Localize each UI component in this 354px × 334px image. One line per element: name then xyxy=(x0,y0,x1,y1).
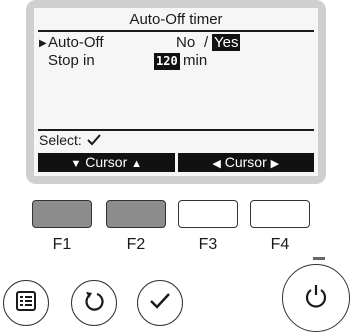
auto-off-label: Auto-Off xyxy=(48,34,104,51)
softkey-bar: ▼ Cursor ▲ ◀ Cursor ▶ xyxy=(38,153,314,172)
f2-button[interactable] xyxy=(106,200,166,228)
left-triangle-icon: ◀ xyxy=(212,158,221,170)
select-button[interactable] xyxy=(137,280,183,326)
return-icon xyxy=(82,289,106,318)
right-triangle-icon: ▶ xyxy=(270,158,280,170)
power-button[interactable] xyxy=(282,264,350,332)
f2-label: F2 xyxy=(126,236,146,253)
power-icon xyxy=(302,282,330,315)
down-triangle-icon: ▼ xyxy=(70,158,82,170)
stop-in-value[interactable]: 120 xyxy=(154,53,180,70)
f1-label: F1 xyxy=(52,236,72,253)
option-separator: / xyxy=(204,34,209,51)
title-divider xyxy=(38,30,314,32)
lcd-screen: Auto-Off timer ▶ Auto-Off No / Yes Stop … xyxy=(34,8,318,176)
softkey-cursor-vertical[interactable]: ▼ Cursor ▲ xyxy=(38,153,175,172)
screen-title: Auto-Off timer xyxy=(129,11,223,28)
footer-divider xyxy=(38,129,314,131)
cursor-arrow-icon: ▶ xyxy=(39,38,47,49)
f3-label: F3 xyxy=(198,236,218,253)
menu-button[interactable] xyxy=(3,280,49,326)
check-icon xyxy=(148,291,172,316)
f1-button[interactable] xyxy=(32,200,92,228)
auto-off-option-no[interactable]: No xyxy=(176,34,195,51)
f3-button[interactable] xyxy=(178,200,238,228)
up-triangle-icon: ▲ xyxy=(131,158,143,170)
softkey-label: Cursor xyxy=(224,154,267,170)
auto-off-option-yes[interactable]: Yes xyxy=(212,34,241,51)
menu-icon xyxy=(15,290,37,317)
stop-in-label: Stop in xyxy=(48,52,95,69)
return-button[interactable] xyxy=(71,280,117,326)
f4-label: F4 xyxy=(270,236,290,253)
f4-button[interactable] xyxy=(250,200,310,228)
select-hint: Select: xyxy=(39,132,102,150)
status-led xyxy=(313,257,325,260)
softkey-cursor-horizontal[interactable]: ◀ Cursor ▶ xyxy=(177,153,314,172)
check-icon xyxy=(86,133,102,150)
select-label: Select: xyxy=(39,132,82,148)
stop-in-unit: min xyxy=(183,52,208,69)
softkey-label: Cursor xyxy=(85,154,128,170)
